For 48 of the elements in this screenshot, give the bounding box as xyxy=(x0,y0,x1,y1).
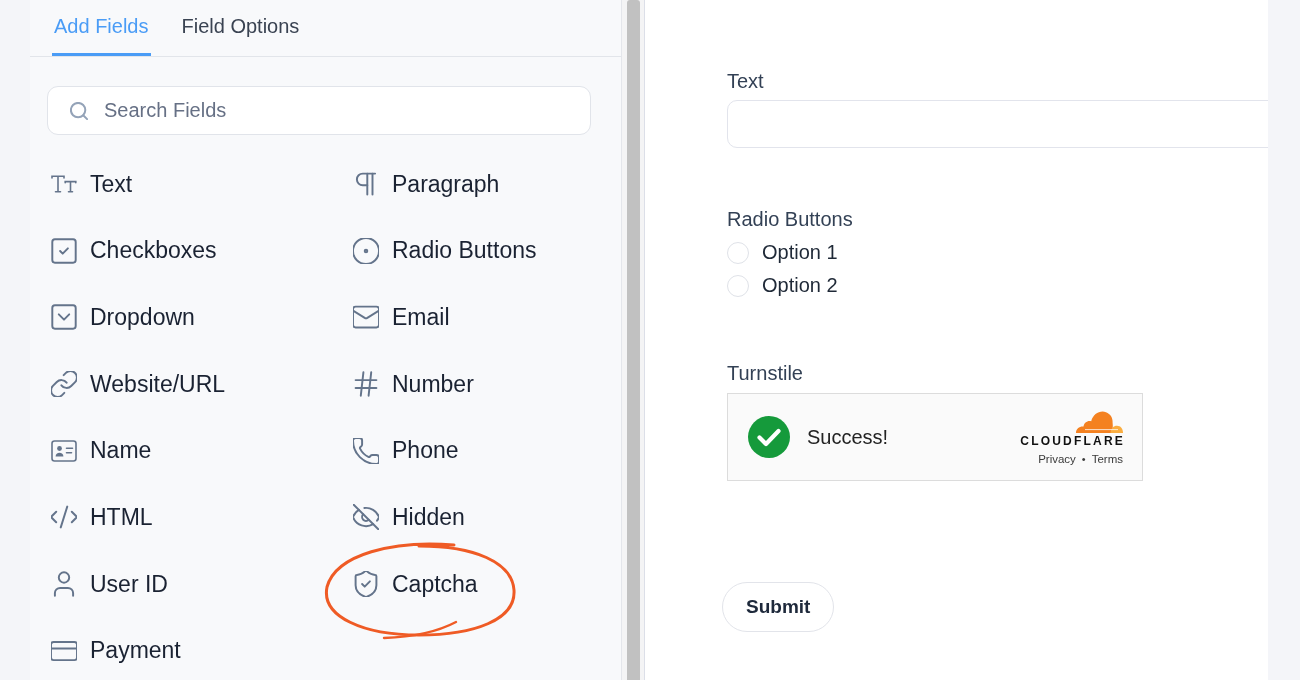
field-type-item[interactable]: Website/URL xyxy=(51,362,226,407)
field-type-item[interactable]: Text xyxy=(51,162,133,206)
field-type-item[interactable]: Name xyxy=(51,428,152,473)
link-icon xyxy=(51,371,77,398)
field-label: Turnstile xyxy=(727,361,804,385)
footer-link[interactable]: Terms xyxy=(1091,452,1123,465)
field-type-item[interactable]: HTML xyxy=(51,495,153,540)
option-label: Option 1 xyxy=(762,241,838,264)
search-field[interactable]: Search Fields xyxy=(47,86,591,135)
field-type-item[interactable]: Paragraph xyxy=(353,162,500,206)
field-type-item[interactable]: Phone xyxy=(353,428,459,473)
pilcrow-icon xyxy=(353,171,379,197)
radio-button[interactable] xyxy=(727,274,749,297)
field-type-item[interactable]: Email xyxy=(353,295,450,340)
cloud-logo-icon xyxy=(1073,409,1123,433)
field-type-item[interactable]: Dropdown xyxy=(51,295,195,340)
hash-icon xyxy=(353,371,379,398)
dropdown-icon xyxy=(51,304,77,331)
eye-off-icon xyxy=(353,504,379,531)
radio-icon xyxy=(353,237,379,264)
brand-name: CLOUDFLARE xyxy=(1020,433,1125,448)
captcha-status: Success! xyxy=(807,425,889,449)
footer-link[interactable]: Privacy xyxy=(1038,452,1076,465)
text-input[interactable] xyxy=(727,100,1268,148)
text-size-icon xyxy=(51,175,77,193)
checkbox-icon xyxy=(51,237,77,264)
envelope-icon xyxy=(353,304,379,331)
user-icon xyxy=(51,571,77,598)
field-type-item[interactable]: Captcha xyxy=(353,562,478,607)
field-label: Text xyxy=(727,69,765,93)
field-type-item[interactable]: Payment xyxy=(51,628,181,673)
field-type-item[interactable]: User ID xyxy=(51,562,168,607)
search-icon xyxy=(70,101,88,120)
link-separator: • xyxy=(1081,452,1086,465)
field-type-item[interactable]: Hidden xyxy=(353,495,465,540)
shield-check-icon xyxy=(353,571,379,598)
scrollbar-thumb[interactable] xyxy=(627,0,640,680)
submit-button[interactable]: Submit xyxy=(722,582,835,632)
field-type-item[interactable]: Checkboxes xyxy=(51,228,217,273)
field-type-item[interactable]: Number xyxy=(353,362,474,407)
tab[interactable]: Field Options xyxy=(179,0,302,56)
field-label: Radio Buttons xyxy=(727,207,853,231)
id-card-icon xyxy=(51,439,77,462)
phone-icon xyxy=(353,437,379,464)
radio-button[interactable] xyxy=(727,241,749,264)
option-label: Option 2 xyxy=(762,274,838,297)
code-icon xyxy=(51,504,77,531)
field-type-item[interactable]: Radio Buttons xyxy=(353,228,537,273)
